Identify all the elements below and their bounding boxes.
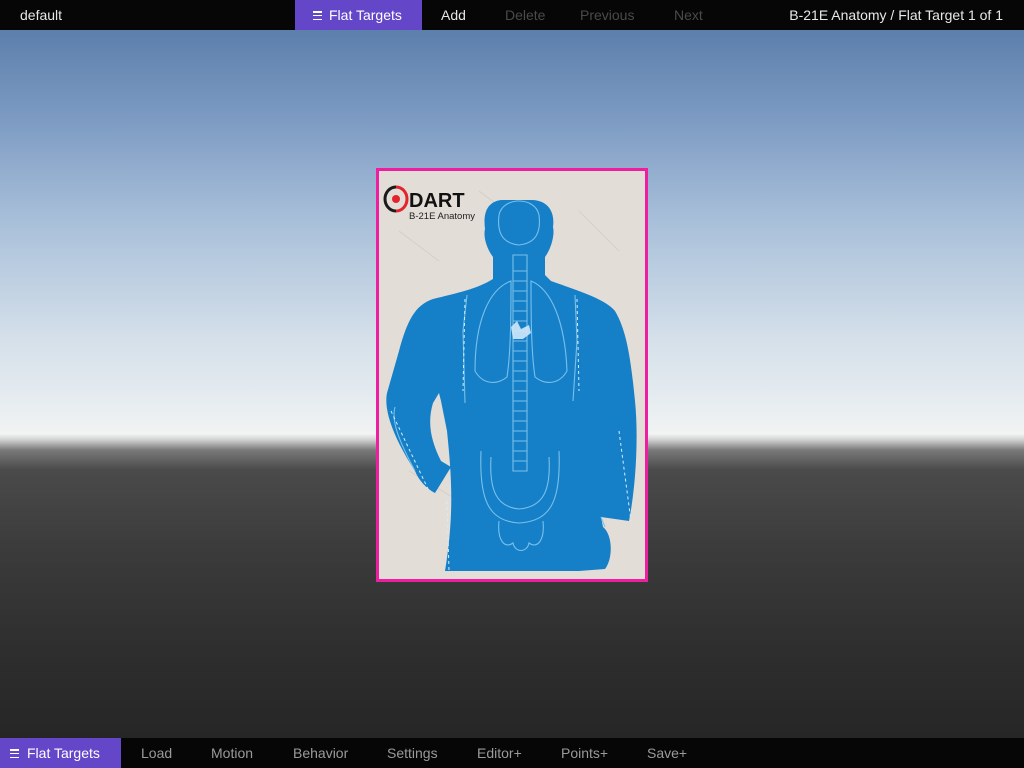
model-text: B-21E Anatomy (409, 211, 475, 222)
brand-text: DART (409, 190, 465, 212)
save-plus-button[interactable]: Save+ (647, 738, 687, 768)
delete-button[interactable]: Delete (505, 0, 545, 30)
profile-name[interactable]: default (20, 0, 62, 30)
bottom-toolbar: Flat Targets Load Motion Behavior Settin… (0, 738, 1024, 768)
top-toolbar: default Flat Targets Add Delete Previous… (0, 0, 1024, 30)
menu-label: Flat Targets (329, 7, 402, 23)
target-image: DART B-21E Anatomy (379, 171, 645, 579)
hamburger-icon (10, 749, 19, 759)
flat-target[interactable]: DART B-21E Anatomy (376, 168, 648, 582)
hamburger-icon (313, 11, 322, 21)
settings-button[interactable]: Settings (387, 738, 438, 768)
tab-label: Flat Targets (27, 745, 100, 761)
motion-button[interactable]: Motion (211, 738, 253, 768)
points-plus-button[interactable]: Points+ (561, 738, 608, 768)
scene-viewport[interactable]: DART B-21E Anatomy (0, 30, 1024, 738)
next-button[interactable]: Next (674, 0, 703, 30)
load-button[interactable]: Load (141, 738, 172, 768)
behavior-button[interactable]: Behavior (293, 738, 348, 768)
breadcrumb: B-21E Anatomy / Flat Target 1 of 1 (789, 7, 1003, 23)
flat-targets-tab[interactable]: Flat Targets (0, 738, 121, 768)
previous-button[interactable]: Previous (580, 0, 634, 30)
flat-targets-menu-button[interactable]: Flat Targets (295, 0, 422, 30)
add-button[interactable]: Add (441, 0, 466, 30)
editor-plus-button[interactable]: Editor+ (477, 738, 522, 768)
